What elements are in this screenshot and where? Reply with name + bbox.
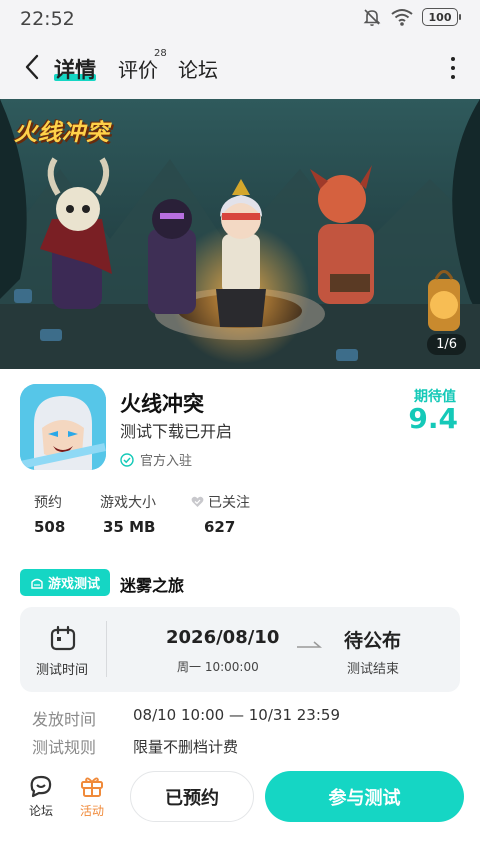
battery-level: 100 bbox=[428, 10, 452, 24]
tab-reviews-label: 评价 bbox=[118, 58, 158, 82]
reviews-count-badge: 28 bbox=[154, 48, 167, 59]
tab-details[interactable]: 详情 bbox=[54, 54, 96, 84]
game-test-badge: 游戏测试 bbox=[20, 569, 110, 596]
tab-forum[interactable]: 论坛 bbox=[178, 54, 218, 83]
join-test-button-label: 参与测试 bbox=[328, 787, 401, 809]
bell-muted-icon bbox=[363, 9, 381, 26]
test-schedule-card: 测试时间 2026/08/10 周一 10:00:00 待公布 测试结束 bbox=[20, 607, 460, 692]
gift-icon bbox=[81, 777, 103, 797]
official-label: 官方入驻 bbox=[140, 454, 193, 469]
stat-value: 627 bbox=[204, 518, 236, 536]
stat-game-size: 游戏大小 35 MB bbox=[100, 492, 156, 536]
status-icons: 100 bbox=[362, 7, 461, 27]
more-dot-icon bbox=[451, 75, 455, 79]
game-status: 测试下载已开启 bbox=[120, 422, 233, 441]
test-name: 迷雾之旅 bbox=[120, 576, 185, 595]
test-end-label: 测试结束 bbox=[347, 662, 400, 677]
join-test-button[interactable]: 参与测试 bbox=[265, 771, 464, 822]
banner-page-indicator: 1/6 bbox=[427, 334, 466, 355]
home-indicator-area bbox=[0, 832, 480, 854]
arrow-right-icon bbox=[297, 641, 322, 648]
tab-details-label: 详情 bbox=[54, 58, 96, 82]
game-title: 火线冲突 bbox=[120, 392, 204, 416]
official-badge: 官方入驻 bbox=[120, 450, 192, 469]
test-time-label: 测试时间 bbox=[36, 663, 89, 678]
test-start-time: 周一 10:00:00 bbox=[177, 660, 259, 674]
banner-game-logo: 火线冲突 bbox=[14, 120, 110, 146]
bottom-activity-label: 活动 bbox=[79, 804, 104, 818]
stat-label: 预约 bbox=[34, 495, 62, 511]
test-rules-value: 限量不删档计费 bbox=[133, 738, 239, 756]
test-start-date: 2026/08/10 bbox=[166, 627, 280, 648]
test-rules-key: 测试规则 bbox=[32, 738, 97, 757]
stat-value: 35 MB bbox=[103, 518, 156, 536]
top-nav: 详情 评价 28 论坛 bbox=[0, 36, 480, 99]
battery-indicator: 100 bbox=[422, 8, 461, 26]
test-flask-icon bbox=[31, 578, 43, 589]
card-divider bbox=[106, 621, 107, 677]
more-options-button[interactable] bbox=[448, 57, 458, 79]
stat-label: 游戏大小 bbox=[100, 495, 156, 511]
chevron-left-icon bbox=[25, 54, 39, 80]
release-time-value: 08/10 10:00 — 10/31 23:59 bbox=[133, 706, 340, 724]
stat-reservations: 预约 508 bbox=[34, 492, 65, 536]
hero-banner[interactable]: 火线冲突 1/6 bbox=[0, 99, 480, 369]
chat-bubble-icon bbox=[30, 775, 52, 798]
game-icon bbox=[20, 384, 106, 470]
tab-forum-label: 论坛 bbox=[178, 58, 218, 82]
bottom-activity-button[interactable]: 活动 bbox=[72, 774, 112, 819]
reserved-button[interactable]: 已预约 bbox=[130, 771, 254, 822]
stat-label-row: 已关注 bbox=[191, 492, 250, 512]
game-icon-artwork bbox=[20, 384, 106, 470]
bottom-forum-label: 论坛 bbox=[28, 804, 53, 818]
reserved-button-label: 已预约 bbox=[165, 787, 219, 809]
bottom-forum-button[interactable]: 论坛 bbox=[21, 774, 61, 819]
status-bar: 22:52 100 bbox=[0, 0, 480, 36]
calendar-icon bbox=[50, 625, 76, 651]
status-time: 22:52 bbox=[20, 8, 75, 30]
expectation-score: 9.4 bbox=[408, 402, 458, 435]
bottom-action-bar: 论坛 活动 已预约 参与测试 bbox=[0, 762, 480, 832]
more-dot-icon bbox=[451, 57, 455, 61]
stat-value: 508 bbox=[34, 518, 66, 536]
wifi-icon bbox=[391, 9, 413, 26]
stat-followers: 已关注 627 bbox=[191, 492, 250, 536]
tab-reviews[interactable]: 评价 bbox=[118, 54, 158, 83]
more-dot-icon bbox=[451, 66, 455, 70]
heart-check-icon bbox=[191, 496, 204, 507]
release-time-key: 发放时间 bbox=[32, 710, 97, 729]
test-end-date: 待公布 bbox=[344, 630, 402, 652]
back-button[interactable] bbox=[18, 52, 46, 82]
stat-label: 已关注 bbox=[208, 495, 250, 511]
verified-check-icon bbox=[120, 452, 134, 467]
game-test-badge-label: 游戏测试 bbox=[47, 577, 100, 592]
